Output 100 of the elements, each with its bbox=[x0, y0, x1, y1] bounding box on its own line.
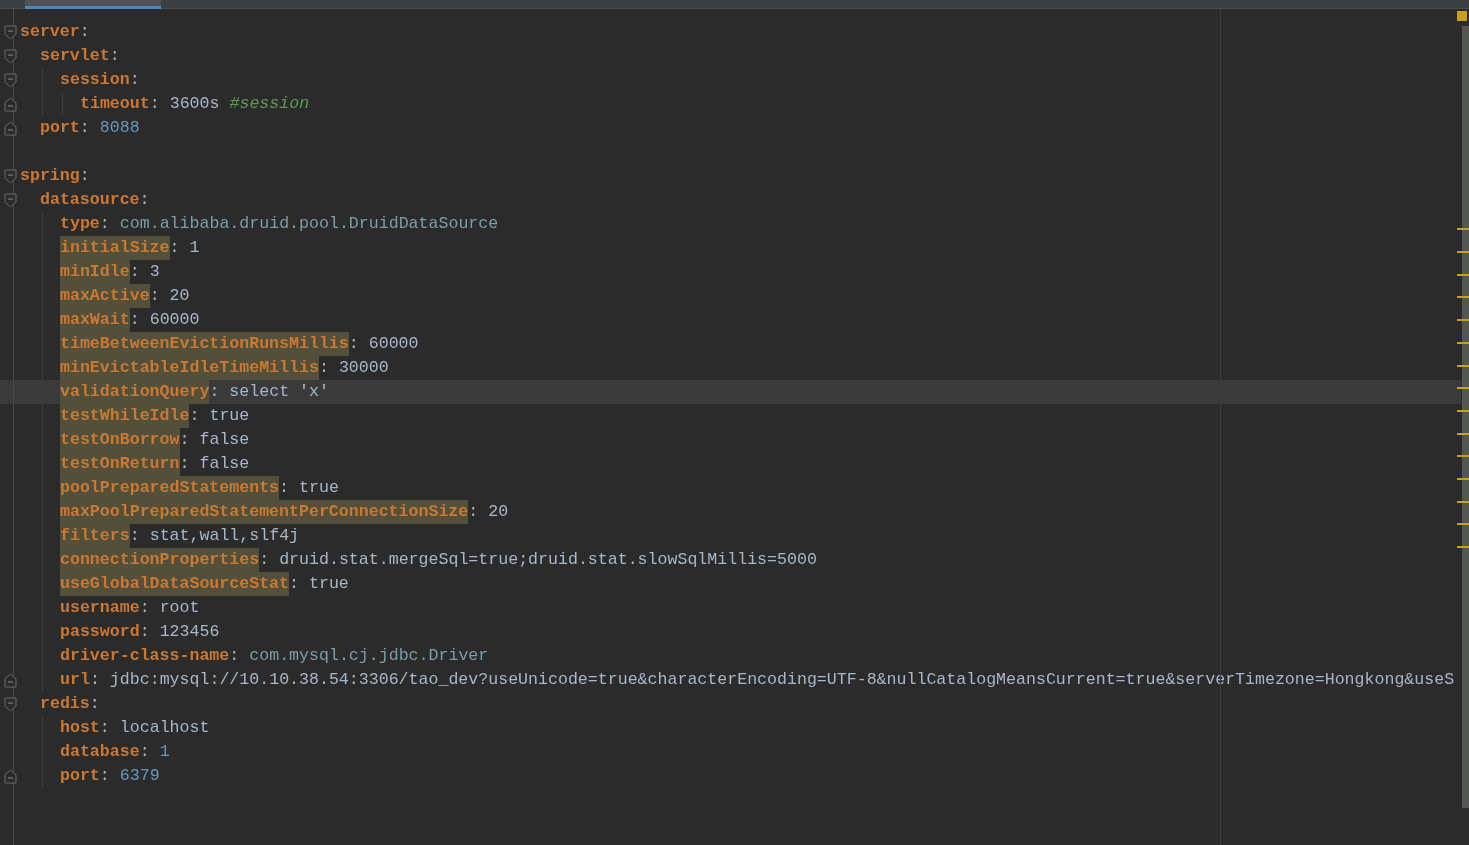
yaml-value: root bbox=[159, 596, 200, 619]
yaml-key: type bbox=[60, 211, 100, 237]
yaml-value: true bbox=[309, 572, 349, 595]
yaml-key: driver-class-name bbox=[60, 643, 230, 669]
fold-icon[interactable] bbox=[4, 168, 17, 184]
colon: : bbox=[289, 572, 299, 595]
yaml-key: testOnReturn bbox=[60, 451, 180, 477]
colon: : bbox=[129, 524, 140, 547]
editor-tab[interactable] bbox=[25, 0, 161, 9]
yaml-key: maxPoolPreparedStatementPerConnectionSize bbox=[60, 499, 469, 525]
fold-icon[interactable] bbox=[4, 696, 17, 712]
yaml-value: jdbc:mysql://10.10.38.54:3306/tao_dev?useUnicode=true&characterEncoding=UTF-8&nullCatalogMeansCurrent=true&serverTimezone=Hongkong&useS bbox=[109, 668, 1455, 691]
colon: : bbox=[139, 596, 150, 619]
colon: : bbox=[99, 212, 110, 235]
colon: : bbox=[179, 428, 190, 451]
yaml-value: true bbox=[299, 476, 339, 499]
yaml-key: timeBetweenEvictionRunsMillis bbox=[60, 331, 349, 357]
yaml-value: false bbox=[199, 428, 250, 451]
colon: : bbox=[99, 764, 110, 787]
colon: : bbox=[109, 44, 120, 67]
yaml-value: com.mysql.cj.jdbc.Driver bbox=[249, 644, 489, 667]
colon: : bbox=[79, 20, 90, 43]
yaml-value: 3600s bbox=[169, 92, 220, 115]
warning-stripe[interactable] bbox=[1457, 319, 1469, 322]
colon: : bbox=[348, 332, 359, 355]
warning-stripe[interactable] bbox=[1457, 273, 1469, 276]
colon: : bbox=[139, 188, 150, 211]
yaml-key: validationQuery bbox=[60, 379, 210, 405]
colon: : bbox=[89, 692, 100, 715]
yaml-value: 20 bbox=[488, 500, 509, 523]
yaml-key: servlet bbox=[40, 43, 110, 69]
yaml-value: localhost bbox=[119, 716, 210, 739]
yaml-key: timeout bbox=[80, 91, 150, 117]
fold-icon[interactable] bbox=[4, 96, 17, 112]
colon: : bbox=[179, 452, 190, 475]
yaml-value: 1 bbox=[189, 236, 200, 259]
yaml-value: druid.stat.mergeSql=true;druid.stat.slowSqlMillis=5000 bbox=[279, 548, 817, 571]
colon: : bbox=[318, 356, 329, 379]
colon: : bbox=[279, 476, 290, 499]
yaml-key: connectionProperties bbox=[60, 547, 260, 573]
yaml-key: maxWait bbox=[60, 307, 130, 333]
warning-stripe[interactable] bbox=[1457, 409, 1469, 412]
warning-stripe[interactable] bbox=[1457, 387, 1469, 390]
warning-stripe[interactable] bbox=[1457, 341, 1469, 344]
yaml-key: database bbox=[60, 739, 140, 765]
colon: : bbox=[229, 644, 240, 667]
yaml-key: password bbox=[60, 619, 140, 645]
yaml-value: false bbox=[199, 452, 250, 475]
fold-icon[interactable] bbox=[4, 120, 17, 136]
yaml-key: redis bbox=[40, 691, 90, 717]
yaml-value: 60000 bbox=[149, 308, 200, 331]
yaml-value: true bbox=[209, 404, 250, 427]
colon: : bbox=[149, 92, 160, 115]
warning-stripe[interactable] bbox=[1457, 364, 1469, 367]
yaml-value: 6379 bbox=[119, 764, 160, 787]
fold-icon[interactable] bbox=[4, 24, 17, 40]
fold-icon[interactable] bbox=[4, 192, 17, 208]
colon: : bbox=[99, 716, 110, 739]
yaml-comment: #session bbox=[229, 92, 310, 115]
fold-icon[interactable] bbox=[4, 672, 17, 688]
warning-stripe[interactable] bbox=[1457, 432, 1469, 435]
warning-stripe[interactable] bbox=[1457, 523, 1469, 526]
yaml-key: spring bbox=[20, 163, 80, 189]
yaml-key: url bbox=[60, 667, 90, 693]
colon: : bbox=[139, 620, 150, 643]
yaml-value: 3 bbox=[149, 260, 160, 283]
fold-icon[interactable] bbox=[4, 48, 17, 64]
yaml-value: select 'x' bbox=[229, 380, 329, 403]
yaml-value: 20 bbox=[169, 284, 190, 307]
yaml-key: username bbox=[60, 595, 140, 621]
yaml-key: port bbox=[40, 115, 80, 141]
colon: : bbox=[189, 404, 200, 427]
yaml-value: com.alibaba.druid.pool.DruidDataSource bbox=[119, 212, 499, 235]
colon: : bbox=[79, 116, 90, 139]
fold-icon[interactable] bbox=[4, 72, 17, 88]
yaml-key: minIdle bbox=[60, 259, 130, 285]
colon: : bbox=[149, 284, 160, 307]
colon: : bbox=[209, 380, 220, 403]
yaml-key: testOnBorrow bbox=[60, 427, 180, 453]
yaml-key: useGlobalDataSourceStat bbox=[60, 571, 290, 597]
warning-stripe[interactable] bbox=[1457, 546, 1469, 549]
colon: : bbox=[129, 260, 140, 283]
yaml-value: 8088 bbox=[99, 116, 140, 139]
colon: : bbox=[139, 740, 150, 763]
yaml-key: host bbox=[60, 715, 100, 741]
yaml-value: stat,wall,slf4j bbox=[149, 524, 300, 547]
yaml-key: minEvictableIdleTimeMillis bbox=[60, 355, 319, 381]
warning-stripe[interactable] bbox=[1457, 296, 1469, 299]
yaml-value: 60000 bbox=[368, 332, 419, 355]
yaml-key: server bbox=[20, 19, 80, 45]
warning-stripe[interactable] bbox=[1457, 500, 1469, 503]
scrollbar[interactable] bbox=[1462, 26, 1469, 808]
warning-stripe[interactable] bbox=[1457, 228, 1469, 231]
fold-icon[interactable] bbox=[4, 768, 17, 784]
yaml-value: 30000 bbox=[338, 356, 389, 379]
warning-stripe[interactable] bbox=[1457, 455, 1469, 458]
yaml-key: initialSize bbox=[60, 235, 170, 261]
colon: : bbox=[79, 164, 90, 187]
yaml-key: session bbox=[60, 67, 130, 93]
colon: : bbox=[468, 500, 479, 523]
